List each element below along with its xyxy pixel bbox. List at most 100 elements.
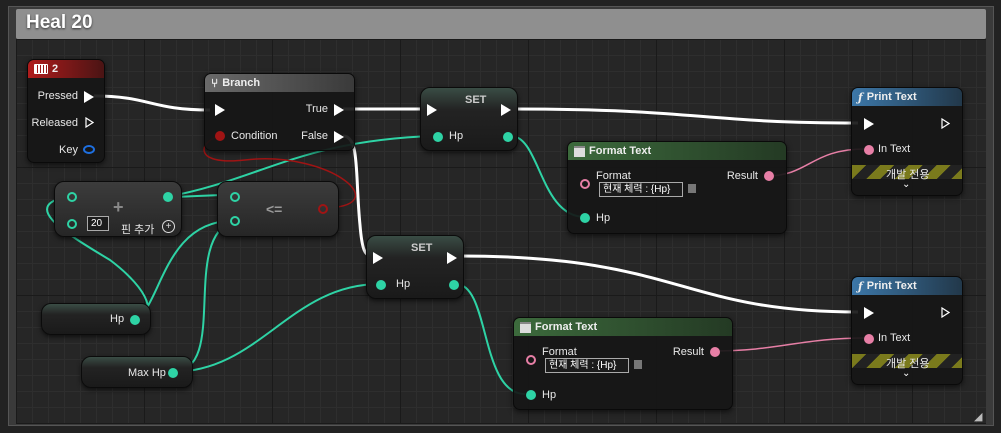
released-label: Released (31, 117, 78, 129)
print-bottom-intext-pin[interactable] (864, 334, 874, 344)
format-bottom-header: Format Text (514, 318, 732, 336)
condition-pin[interactable] (215, 131, 225, 141)
format-top-title: Format Text (589, 145, 652, 157)
format-bottom-title: Format Text (535, 321, 598, 333)
set-bottom-title: SET (411, 242, 433, 254)
condition-label: Condition (231, 130, 278, 142)
format-text-node-bottom[interactable]: Format Text Format 현재 체력 : {Hp} Result H… (513, 317, 733, 410)
add-pin-label: 핀 추가 (121, 224, 155, 236)
add-output-pin[interactable] (163, 192, 173, 202)
released-exec-pin[interactable] (85, 117, 94, 128)
compare-output-pin[interactable] (318, 204, 328, 214)
resize-handle-icon[interactable]: ◢ (974, 410, 982, 423)
set-bottom-exec-in-pin[interactable] (373, 252, 383, 264)
exec-wire-pressed-branch (93, 94, 211, 112)
pressed-exec-pin[interactable] (84, 91, 94, 103)
set-top-exec-in-pin[interactable] (427, 104, 437, 116)
format-text-icon (574, 145, 585, 157)
hp-variable-label: Hp (110, 313, 125, 325)
print-bottom-exec-out-pin[interactable] (941, 307, 950, 318)
print-top-title: Print Text (866, 91, 917, 103)
add-operator: + (113, 197, 124, 217)
hp-variable-pin[interactable] (130, 315, 140, 325)
format-top-hp-pin[interactable] (580, 213, 590, 223)
format-text-icon (520, 321, 531, 333)
set-top-hp-out-pin[interactable] (503, 132, 513, 142)
key-event-node[interactable]: 2 Pressed Released Key (27, 59, 105, 163)
true-label: True (305, 103, 328, 115)
format-top-format-field[interactable]: 현재 체력 : {Hp} (599, 182, 683, 197)
format-top-format-pin[interactable] (580, 179, 590, 189)
true-exec-pin[interactable] (334, 104, 344, 116)
chevron-down-icon[interactable]: ⌄ (902, 179, 910, 190)
key-event-header: 2 (28, 60, 104, 78)
print-text-node-bottom[interactable]: ƒ Print Text In Text 개발 전용 ⌄ (851, 276, 963, 385)
branch-icon: ⑂ (211, 76, 219, 90)
flag-icon[interactable] (688, 184, 696, 193)
set-top-hp-in-pin[interactable] (433, 132, 443, 142)
print-top-exec-in-pin[interactable] (864, 118, 874, 130)
print-top-intext-label: In Text (878, 143, 911, 155)
compare-input-b-pin[interactable] (230, 216, 240, 226)
format-top-hp-label: Hp (596, 212, 611, 224)
print-top-header: ƒ Print Text (852, 88, 962, 106)
maxhp-variable-node[interactable]: Max Hp (81, 356, 193, 388)
set-top-hp-label: Hp (449, 130, 464, 142)
exec-wire-set-print-bottom (459, 254, 859, 314)
set-node-bottom[interactable]: SET Hp (366, 235, 464, 299)
format-bottom-format-pin[interactable] (526, 355, 536, 365)
format-bottom-hp-label: Hp (542, 389, 557, 401)
exec-wire-set-print-top (513, 107, 859, 125)
compare-node[interactable]: <= (217, 181, 339, 237)
compare-input-a-pin[interactable] (230, 192, 240, 202)
flag-icon[interactable] (634, 360, 642, 369)
key-event-title: 2 (52, 63, 59, 75)
hp-variable-node[interactable]: Hp (41, 303, 151, 335)
set-bottom-hp-label: Hp (396, 278, 411, 290)
format-bottom-format-field[interactable]: 현재 체력 : {Hp} (545, 358, 629, 373)
compare-operator: <= (266, 201, 283, 217)
add-pin-icon[interactable]: + (162, 220, 175, 233)
pressed-label: Pressed (37, 90, 78, 102)
chevron-down-icon[interactable]: ⌄ (902, 368, 910, 379)
add-value-field[interactable]: 20 (87, 216, 109, 231)
print-bottom-exec-in-pin[interactable] (864, 307, 874, 319)
key-label: Key (59, 144, 78, 156)
maxhp-variable-pin[interactable] (168, 368, 178, 378)
print-top-intext-pin[interactable] (864, 145, 874, 155)
key-struct-pin[interactable] (83, 145, 95, 154)
format-top-result-pin[interactable] (764, 171, 774, 181)
format-bottom-result-label: Result (672, 346, 704, 358)
format-top-format-label: Format (596, 170, 631, 182)
print-top-exec-out-pin[interactable] (941, 118, 950, 129)
branch-title: Branch (222, 77, 261, 89)
set-bottom-exec-out-pin[interactable] (447, 252, 457, 264)
set-node-top[interactable]: SET Hp (420, 87, 518, 151)
keyboard-icon (34, 64, 48, 74)
format-bottom-format-label: Format (542, 346, 577, 358)
set-bottom-hp-in-pin[interactable] (376, 280, 386, 290)
false-label: False (301, 130, 328, 142)
print-bottom-intext-label: In Text (878, 332, 911, 344)
false-exec-pin[interactable] (334, 131, 344, 143)
set-top-title: SET (465, 94, 487, 106)
text-wire-format-print-bottom (711, 337, 867, 352)
branch-node[interactable]: ⑂ Branch Condition True False (204, 73, 355, 151)
set-bottom-hp-out-pin[interactable] (449, 280, 459, 290)
float-wire-maxhp-compare (171, 220, 234, 373)
add-input-b-pin[interactable] (67, 219, 77, 229)
add-node[interactable]: 20 + 핀 추가 + (54, 181, 182, 237)
branch-exec-in-pin[interactable] (215, 104, 225, 116)
branch-header: ⑂ Branch (205, 74, 354, 92)
maxhp-variable-label: Max Hp (128, 367, 166, 379)
print-bottom-title: Print Text (866, 280, 917, 292)
format-text-node-top[interactable]: Format Text Format 현재 체력 : {Hp} Result H… (567, 141, 787, 234)
print-bottom-header: ƒ Print Text (852, 277, 962, 295)
format-top-result-label: Result (726, 170, 758, 182)
format-bottom-result-pin[interactable] (710, 347, 720, 357)
add-input-a-pin[interactable] (67, 192, 77, 202)
print-text-node-top[interactable]: ƒ Print Text In Text 개발 전용 ⌄ (851, 87, 963, 196)
set-top-exec-out-pin[interactable] (501, 104, 511, 116)
function-icon: ƒ (858, 90, 863, 104)
format-bottom-hp-pin[interactable] (526, 390, 536, 400)
